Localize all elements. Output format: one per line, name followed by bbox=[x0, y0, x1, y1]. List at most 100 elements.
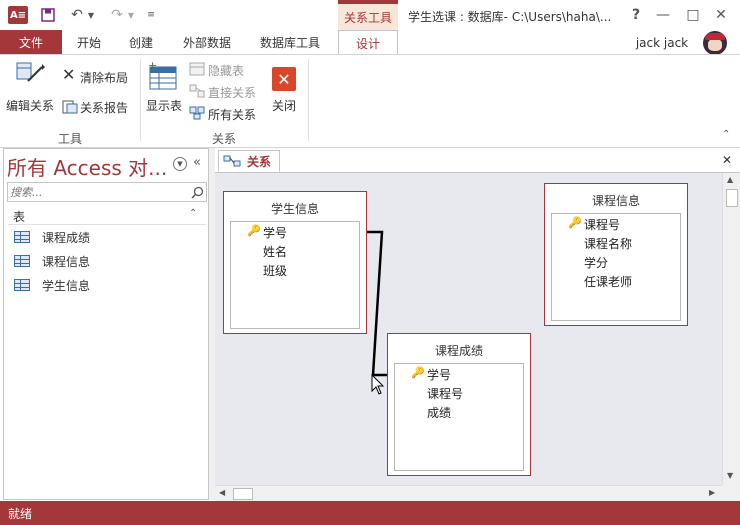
mouse-cursor-icon bbox=[371, 374, 385, 395]
field-item[interactable]: 课程号 bbox=[427, 384, 463, 402]
table-icon bbox=[14, 279, 30, 291]
show-table-button[interactable]: + 显示表 bbox=[144, 59, 186, 115]
nav-pane-title[interactable]: 所有 Access 对... bbox=[7, 152, 167, 181]
field-list: 🔑 学号 课程号 成绩 bbox=[394, 363, 524, 471]
field-item[interactable]: 学号 bbox=[427, 365, 451, 383]
edit-relationships-label: 编辑关系 bbox=[6, 99, 55, 113]
save-icon[interactable] bbox=[38, 5, 58, 25]
document-tab-relationships[interactable]: 关系 bbox=[218, 150, 280, 172]
direct-relationships-label: 直接关系 bbox=[208, 86, 257, 100]
table-icon bbox=[14, 255, 30, 267]
table-title: 课程成绩 bbox=[434, 344, 483, 358]
relationship-report-button[interactable]: 关系报告 bbox=[60, 97, 132, 117]
shutter-bar-collapse-icon[interactable]: « bbox=[193, 155, 201, 170]
tab-design[interactable]: 设计 bbox=[338, 30, 398, 55]
table-window-course-info[interactable]: 课程信息 🔑 课程号 课程名称 学分 任课老师 bbox=[544, 183, 688, 326]
tab-create[interactable]: 创建 bbox=[118, 30, 164, 55]
user-name[interactable]: jack jack bbox=[632, 30, 692, 55]
field-item[interactable]: 姓名 bbox=[263, 242, 287, 260]
primary-key-icon: 🔑 bbox=[247, 224, 261, 237]
horizontal-scrollbar[interactable]: ◀ ▶ bbox=[215, 485, 722, 501]
all-relationships-icon bbox=[189, 106, 205, 120]
primary-key-icon: 🔑 bbox=[568, 216, 582, 229]
divider bbox=[8, 224, 206, 225]
title-bar: A≡ ↶ ▼ ↷ ▼ ≡ 关系工具 学生选课 : 数据库- C:\Users\h… bbox=[0, 0, 740, 30]
scroll-up-icon[interactable]: ▲ bbox=[727, 175, 733, 184]
customize-qat-icon[interactable]: ≡ bbox=[145, 5, 157, 25]
nav-search-input[interactable] bbox=[10, 184, 180, 200]
avatar[interactable] bbox=[703, 31, 727, 55]
group-label-relationships: 关系 bbox=[212, 132, 237, 146]
scroll-down-icon[interactable]: ▼ bbox=[727, 471, 733, 480]
relationships-tab-icon bbox=[223, 155, 241, 167]
tab-home[interactable]: 开始 bbox=[66, 30, 112, 55]
collapse-ribbon-icon[interactable]: ⌃ bbox=[722, 129, 730, 140]
clear-layout-icon: ✕ bbox=[62, 65, 76, 84]
field-item[interactable]: 成绩 bbox=[427, 403, 451, 421]
table-title: 课程信息 bbox=[591, 194, 640, 208]
group-divider bbox=[308, 59, 309, 141]
group-divider bbox=[140, 59, 141, 141]
minimize-button[interactable]: — bbox=[652, 5, 674, 25]
hide-table-label: 隐藏表 bbox=[208, 64, 245, 78]
section-collapse-icon[interactable]: ⌃ bbox=[189, 208, 197, 219]
table-window-student-info[interactable]: 学生信息 🔑 学号 姓名 班级 bbox=[223, 191, 367, 334]
field-item[interactable]: 课程名称 bbox=[584, 234, 632, 252]
field-item[interactable]: 学分 bbox=[584, 253, 608, 271]
window-title: 学生选课 : 数据库- C:\Users\haha\... bbox=[408, 10, 612, 24]
context-tab-relationship-tools: 关系工具 bbox=[338, 0, 398, 30]
document-tab-label: 关系 bbox=[247, 154, 272, 169]
nav-item-label: 课程成绩 bbox=[42, 230, 91, 245]
status-bar: 就绪 bbox=[0, 501, 740, 525]
help-button[interactable]: ? bbox=[628, 5, 644, 25]
nav-item-label: 学生信息 bbox=[42, 278, 91, 293]
ribbon: 编辑关系 ✕ 清除布局 关系报告 工具 + 显示表 隐藏表 直接关系 所有关系 … bbox=[0, 54, 740, 148]
restore-button[interactable]: □ bbox=[682, 5, 704, 25]
close-window-button[interactable]: ✕ bbox=[710, 5, 732, 25]
table-window-course-scores[interactable]: 课程成绩 🔑 学号 课程号 成绩 bbox=[387, 333, 531, 476]
tab-database-tools[interactable]: 数据库工具 bbox=[250, 30, 330, 55]
nav-item-student-info[interactable]: 学生信息 bbox=[14, 276, 90, 294]
field-item[interactable]: 班级 bbox=[263, 261, 287, 279]
close-relationships-button[interactable]: ✕ 关闭 bbox=[266, 59, 302, 115]
nav-section-tables[interactable]: 表 bbox=[13, 208, 25, 225]
close-document-icon[interactable]: ✕ bbox=[722, 153, 732, 167]
scroll-right-icon[interactable]: ▶ bbox=[709, 488, 715, 497]
field-item[interactable]: 任课老师 bbox=[584, 272, 632, 290]
tab-external-data[interactable]: 外部数据 bbox=[172, 30, 242, 55]
edit-relationships-button[interactable]: 编辑关系 bbox=[4, 59, 56, 115]
scroll-thumb[interactable] bbox=[233, 488, 253, 500]
primary-key-icon: 🔑 bbox=[411, 366, 425, 379]
hide-table-icon bbox=[189, 62, 205, 76]
vertical-scrollbar[interactable]: ▲ ▼ bbox=[722, 173, 740, 485]
table-title: 学生信息 bbox=[270, 202, 319, 216]
undo-icon[interactable]: ↶ bbox=[68, 5, 86, 25]
scroll-thumb[interactable] bbox=[726, 189, 738, 207]
nav-item-label: 课程信息 bbox=[42, 254, 91, 269]
nav-item-course-scores[interactable]: 课程成绩 bbox=[14, 228, 90, 246]
all-relationships-button[interactable]: 所有关系 bbox=[188, 105, 260, 123]
tab-file[interactable]: 文件 bbox=[0, 30, 62, 55]
direct-relationships-button[interactable]: 直接关系 bbox=[188, 83, 260, 101]
field-item[interactable]: 学号 bbox=[263, 223, 287, 241]
clear-layout-label: 清除布局 bbox=[80, 71, 129, 85]
scroll-corner bbox=[722, 485, 740, 501]
undo-dropdown-icon[interactable]: ▼ bbox=[86, 5, 96, 25]
redo-icon[interactable]: ↷ bbox=[108, 5, 126, 25]
clear-layout-button[interactable]: ✕ 清除布局 bbox=[60, 65, 132, 87]
close-label: 关闭 bbox=[272, 99, 297, 113]
nav-menu-dropdown-icon[interactable]: ▼ bbox=[173, 157, 187, 171]
access-logo-icon[interactable]: A≡ bbox=[8, 6, 28, 24]
edit-relationships-icon bbox=[16, 62, 45, 82]
hide-table-button[interactable]: 隐藏表 bbox=[188, 61, 260, 79]
close-red-icon: ✕ bbox=[272, 67, 296, 91]
search-icon[interactable] bbox=[191, 186, 204, 199]
status-text: 就绪 bbox=[8, 507, 33, 521]
scroll-left-icon[interactable]: ◀ bbox=[219, 488, 225, 497]
nav-item-course-info[interactable]: 课程信息 bbox=[14, 252, 90, 270]
field-item[interactable]: 课程号 bbox=[584, 215, 620, 233]
all-relationships-label: 所有关系 bbox=[208, 108, 257, 122]
redo-dropdown-icon[interactable]: ▼ bbox=[126, 5, 136, 25]
document-tab-bar bbox=[215, 148, 740, 173]
show-table-icon: + bbox=[148, 61, 177, 90]
